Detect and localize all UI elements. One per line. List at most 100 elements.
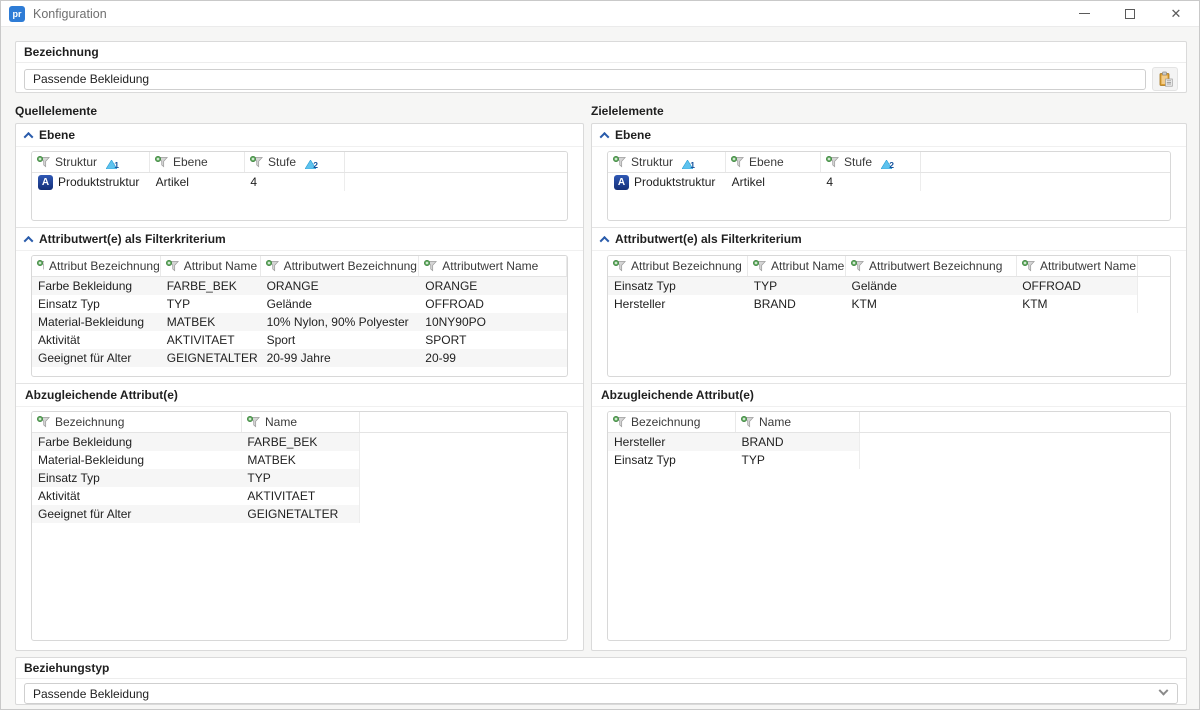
cell: OFFROAD [419, 297, 567, 311]
filter-add-icon[interactable] [37, 416, 50, 428]
maximize-button[interactable] [1107, 1, 1153, 26]
cell: Material-Bekleidung [32, 453, 241, 467]
table-row[interactable]: Einsatz Typ TYP Gelände OFFROAD [608, 277, 1137, 295]
column-header-stufe[interactable]: Stufe 2 [821, 152, 921, 172]
column-header-attributwert-name[interactable]: Attributwert Name [1017, 256, 1138, 276]
minimize-icon [1079, 13, 1090, 14]
cell-struktur: Produktstruktur [58, 175, 139, 189]
table-row[interactable]: Farbe Bekleidung FARBE_BEK [32, 433, 359, 451]
column-header-stufe[interactable]: Stufe 2 [245, 152, 345, 172]
filter-add-icon[interactable] [613, 156, 626, 168]
cell: TYP [748, 279, 846, 293]
source-ebene-header[interactable]: Ebene [16, 124, 583, 147]
cell: AKTIVITAET [241, 489, 359, 503]
filter-add-icon[interactable] [155, 156, 168, 168]
section-title: Abzugleichende Attribut(e) [25, 388, 178, 402]
source-ebene-table: Struktur 1 Ebene Stufe 2 [31, 151, 568, 221]
bezeichnung-label: Bezeichnung [16, 42, 1186, 63]
filter-add-icon[interactable] [741, 416, 754, 428]
filter-add-icon[interactable] [826, 156, 839, 168]
table-row[interactable]: Material-Bekleidung MATBEK 10% Nylon, 90… [32, 313, 567, 331]
column-label: Attributwert Bezeichnung [284, 259, 417, 273]
target-section-match: Abzugleichende Attribut(e) Bezeichnung N… [592, 383, 1186, 650]
cell: TYP [735, 453, 859, 467]
column-header-struktur[interactable]: Struktur 1 [32, 152, 150, 172]
filter-add-icon[interactable] [731, 156, 744, 168]
column-header-name[interactable]: Name [242, 412, 360, 432]
configuration-dialog: pr Konfiguration ✕ Bezeichnung Passende … [0, 0, 1200, 710]
filter-add-icon[interactable] [851, 260, 864, 272]
target-panel-title: Zielelemente [591, 104, 1187, 123]
filter-add-icon[interactable] [424, 260, 437, 272]
column-header-bezeichnung[interactable]: Bezeichnung [32, 412, 242, 432]
cell: KTM [1016, 297, 1137, 311]
target-ebene-header[interactable]: Ebene [592, 124, 1186, 147]
filter-add-icon[interactable] [250, 156, 263, 168]
table-row[interactable]: AProduktstruktur Artikel 4 [608, 173, 920, 191]
sort-ascending-icon: 1 [682, 158, 693, 167]
table-row[interactable]: Einsatz Typ TYP [32, 469, 359, 487]
column-header-ebene[interactable]: Ebene [726, 152, 821, 172]
table-row[interactable]: Einsatz Typ TYP [608, 451, 859, 469]
beziehungstyp-select[interactable]: Passende Bekleidung [24, 683, 1178, 704]
column-header-bezeichnung[interactable]: Bezeichnung [608, 412, 736, 432]
close-icon: ✕ [1171, 7, 1182, 20]
filter-add-icon[interactable] [1022, 260, 1035, 272]
cell: Einsatz Typ [608, 453, 735, 467]
column-header-attribut-name[interactable]: Attribut Name [748, 256, 846, 276]
filter-add-icon[interactable] [753, 260, 766, 272]
table-row[interactable]: Material-Bekleidung MATBEK [32, 451, 359, 469]
cell: 20-99 [419, 351, 567, 365]
column-header-attributwert-bezeichnung[interactable]: Attributwert Bezeichnung [846, 256, 1017, 276]
column-header-attribut-name[interactable]: Attribut Name [161, 256, 261, 276]
table-row[interactable]: Aktivität AKTIVITAET Sport SPORT [32, 331, 567, 349]
filter-add-icon[interactable] [247, 416, 260, 428]
close-button[interactable]: ✕ [1153, 1, 1199, 26]
column-label: Attributwert Name [1040, 259, 1136, 273]
column-label: Attribut Bezeichnung [631, 259, 742, 273]
filter-add-icon[interactable] [613, 260, 626, 272]
source-filter-header[interactable]: Attributwert(e) als Filterkriterium [16, 228, 583, 251]
table-row[interactable]: Hersteller BRAND [608, 433, 859, 451]
cell: TYP [241, 471, 359, 485]
cell: FARBE_BEK [241, 435, 359, 449]
column-header-attribut-bezeichnung[interactable]: Attribut Bezeichnung [608, 256, 748, 276]
cell-stufe: 4 [820, 175, 920, 189]
source-section-ebene: Ebene Struktur 1 Ebene [16, 124, 583, 227]
table-row[interactable]: Farbe Bekleidung FARBE_BEK ORANGE ORANGE [32, 277, 567, 295]
column-header-struktur[interactable]: Struktur 1 [608, 152, 726, 172]
cell: GEIGNETALTER [241, 507, 359, 521]
column-header-attributwert-bezeichnung[interactable]: Attributwert Bezeichnung [261, 256, 420, 276]
source-section-filter: Attributwert(e) als Filterkriterium Attr… [16, 227, 583, 383]
paste-translation-button[interactable] [1152, 67, 1178, 91]
filter-add-icon[interactable] [166, 260, 179, 272]
cell: Gelände [261, 297, 420, 311]
section-title: Abzugleichende Attribut(e) [601, 388, 754, 402]
column-header-name[interactable]: Name [736, 412, 860, 432]
column-header-attributwert-name[interactable]: Attributwert Name [419, 256, 567, 276]
table-row[interactable]: Geeignet für Alter GEIGNETALTER 20-99 Ja… [32, 349, 567, 367]
target-section-ebene: Ebene Struktur 1 Ebene [592, 124, 1186, 227]
filter-add-icon[interactable] [37, 156, 50, 168]
cell: Sport [261, 333, 420, 347]
column-header-attribut-bezeichnung[interactable]: Attribut Bezeichnung [32, 256, 161, 276]
filter-add-icon[interactable] [613, 416, 626, 428]
table-row[interactable]: Einsatz Typ TYP Gelände OFFROAD [32, 295, 567, 313]
minimize-button[interactable] [1061, 1, 1107, 26]
filter-add-icon[interactable] [266, 260, 279, 272]
source-panel: Ebene Struktur 1 Ebene [15, 123, 584, 651]
table-row[interactable]: Hersteller BRAND KTM KTM [608, 295, 1137, 313]
table-row[interactable]: Geeignet für Alter GEIGNETALTER [32, 505, 359, 523]
cell: MATBEK [161, 315, 261, 329]
source-match-table: Bezeichnung Name Farbe Bekleidung FARBE [31, 411, 568, 641]
filter-add-icon[interactable] [37, 260, 44, 272]
cell: ORANGE [261, 279, 420, 293]
cell: BRAND [735, 435, 859, 449]
column-label: Name [759, 415, 791, 429]
table-row[interactable]: AProduktstruktur Artikel 4 [32, 173, 344, 191]
target-filter-header[interactable]: Attributwert(e) als Filterkriterium [592, 228, 1186, 251]
table-row[interactable]: Aktivität AKTIVITAET [32, 487, 359, 505]
cell: Aktivität [32, 333, 161, 347]
bezeichnung-input[interactable]: Passende Bekleidung [24, 69, 1146, 90]
column-header-ebene[interactable]: Ebene [150, 152, 245, 172]
